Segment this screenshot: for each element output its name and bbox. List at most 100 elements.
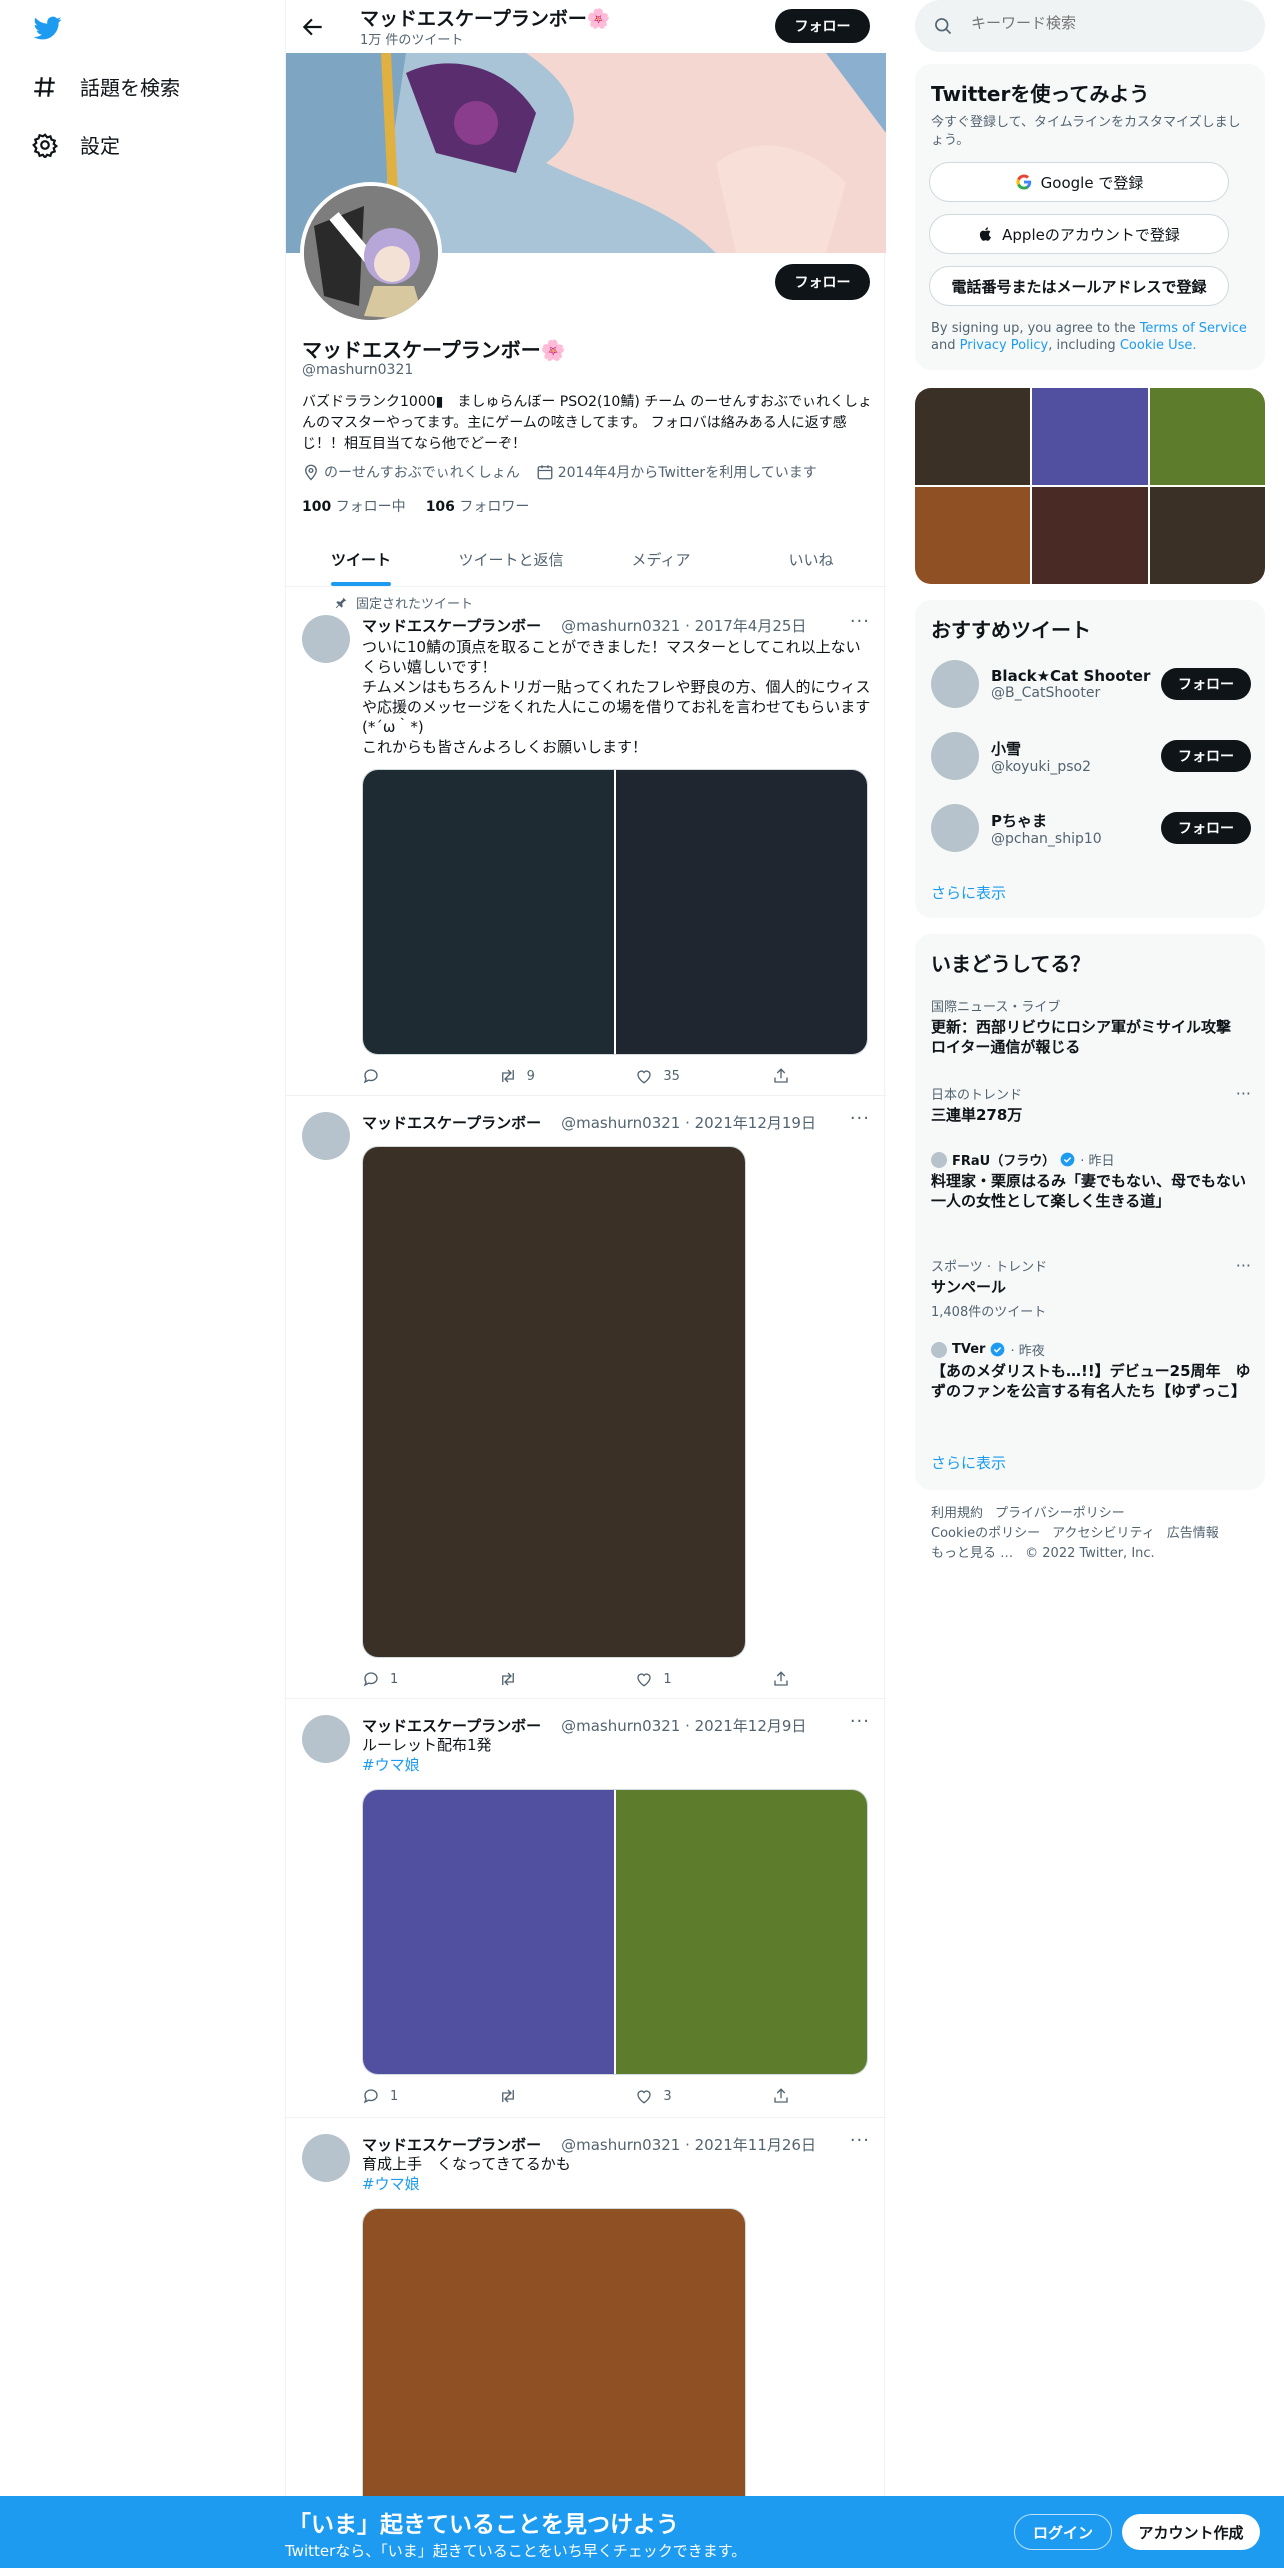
grid-image[interactable] — [1149, 388, 1265, 485]
media-image[interactable] — [616, 1790, 867, 2074]
grid-image[interactable] — [1032, 487, 1148, 584]
tweet-author[interactable]: マッドエスケープランボー — [362, 1717, 541, 1735]
footer-link-cookie[interactable]: Cookieのポリシー — [931, 1526, 1040, 1541]
trend-item[interactable]: 国際ニュース・ライブ 更新：西部リビウにロシア軍がミサイル攻撃 ロイター通信が報… — [931, 996, 1251, 1057]
nav-settings[interactable]: 設定 — [32, 130, 120, 159]
profile-bio: バズドララ​ンク1000▮ ましゅらんぼー PSO2(10鯖) チーム のーせん… — [302, 394, 872, 452]
tweet-avatar[interactable] — [302, 1715, 350, 1763]
retweet-button[interactable] — [499, 2087, 589, 2105]
tweet-text: ついに10鯖の頂点を取ることができました！マスターとしてこれ以上ないくらい嬉しい… — [362, 638, 871, 756]
more-options-icon[interactable]: ··· — [850, 1108, 870, 1129]
like-button[interactable]: 3 — [635, 2087, 725, 2105]
trend-item[interactable]: スポーツ · トレンド サンペール 1,408件のツイート ··· — [931, 1256, 1251, 1320]
tweet-header: マッドエスケープランボー @mashurn0321 · 2017年4月25日 — [362, 615, 806, 636]
grid-image[interactable] — [1149, 487, 1265, 584]
grid-image[interactable] — [1032, 388, 1148, 485]
media-image[interactable] — [616, 770, 867, 1054]
tab-likes[interactable]: いいね — [736, 534, 886, 586]
share-button[interactable] — [772, 1067, 792, 1085]
tweet-meta: @mashurn0321 · 2021年12月9日 — [561, 1717, 807, 1735]
avatar[interactable] — [931, 804, 979, 852]
footer-link-accessibility[interactable]: アクセシビリティ — [1052, 1526, 1155, 1541]
grid-image[interactable] — [915, 487, 1031, 584]
search-input[interactable] — [971, 14, 1241, 32]
tweet[interactable]: マッドエスケープランボー @mashurn0321 · 2021年12月9日 ··… — [286, 1699, 886, 2118]
tweet-author[interactable]: マッドエスケープランボー — [362, 2136, 541, 2154]
footer-link-more[interactable]: もっと見る … — [931, 1546, 1013, 1561]
hashtag-link[interactable]: #ウマ娘 — [362, 2175, 420, 2193]
apple-signup-button[interactable]: Appleのアカウントで登録 — [929, 214, 1229, 254]
footer-link-privacy[interactable]: プライバシーポリシー — [995, 1506, 1125, 1521]
profile-avatar[interactable] — [300, 182, 442, 324]
reply-button[interactable]: 1 — [362, 1670, 452, 1688]
phone-email-signup-button[interactable]: 電話番号またはメールアドレスで登録 — [929, 266, 1229, 306]
suggested-user[interactable]: Pちゃま @pchan_ship10 フォロー — [931, 804, 1251, 852]
reply-button[interactable] — [362, 1067, 452, 1085]
media-image[interactable] — [363, 2209, 745, 2527]
media-image[interactable] — [363, 770, 614, 1054]
media-image[interactable] — [363, 1790, 614, 2074]
more-options-icon[interactable]: ··· — [850, 1711, 870, 1732]
grid-image[interactable] — [915, 388, 1031, 485]
privacy-link[interactable]: Privacy Policy — [960, 338, 1049, 353]
tweet-avatar[interactable] — [302, 1112, 350, 1160]
create-account-button[interactable]: アカウント作成 — [1122, 2514, 1260, 2550]
tweet-author[interactable]: マッドエスケープランボー — [362, 617, 541, 635]
retweet-icon — [501, 2089, 514, 2103]
share-button[interactable] — [772, 1670, 792, 1688]
tweet-avatar[interactable] — [302, 2134, 350, 2182]
google-signup-button[interactable]: Google で登録 — [929, 162, 1229, 202]
header-follow-button[interactable]: フォロー — [775, 9, 870, 43]
tweet-media[interactable] — [362, 1146, 746, 1658]
like-button[interactable]: 35 — [635, 1067, 725, 1085]
suggested-user[interactable]: 小雪 @koyuki_pso2 フォロー — [931, 732, 1251, 780]
footer-link-ads[interactable]: 広告情報 — [1167, 1526, 1219, 1541]
tab-tweets[interactable]: ツイート — [286, 534, 436, 586]
tweet[interactable]: マッドエスケープランボー @mashurn0321 · 2021年12月19日 ·… — [286, 1096, 886, 1699]
avatar[interactable] — [931, 732, 979, 780]
nav-explore[interactable]: 話題を検索 — [32, 72, 180, 101]
terms-link[interactable]: Terms of Service — [1140, 321, 1247, 336]
tweet[interactable]: マッドエスケープランボー @mashurn0321 · 2021年11月26日 ·… — [286, 2118, 886, 2528]
more-options-icon[interactable]: ··· — [1236, 1256, 1251, 1275]
tab-tweets-replies[interactable]: ツイートと返信 — [436, 534, 586, 586]
following-link[interactable]: 100 フォロー中 — [302, 496, 406, 516]
login-button[interactable]: ログイン — [1014, 2514, 1112, 2550]
more-options-icon[interactable]: ··· — [850, 611, 870, 632]
twitter-logo-icon[interactable] — [32, 14, 64, 42]
share-button[interactable] — [772, 2087, 792, 2105]
like-button[interactable]: 1 — [635, 1670, 725, 1688]
footer-link-terms[interactable]: 利用規約 — [931, 1506, 983, 1521]
suggested-user[interactable]: Black★Cat Shooter @B_CatShooter フォロー — [931, 660, 1251, 708]
suggested-show-more-link[interactable]: さらに表示 — [931, 882, 1006, 903]
hashtag-link[interactable]: #ウマ娘 — [362, 1756, 420, 1774]
back-arrow-icon[interactable] — [300, 14, 326, 40]
tweet[interactable]: 固定されたツイート マッドエスケープランボー @mashurn0321 · 201… — [286, 587, 886, 1096]
profile-follow-button[interactable]: フォロー — [775, 264, 870, 300]
tweet-media[interactable] — [362, 1789, 868, 2075]
follow-button[interactable]: フォロー — [1161, 668, 1251, 700]
more-options-icon[interactable]: ··· — [1236, 1084, 1251, 1103]
media-image[interactable] — [363, 1147, 745, 1657]
reply-button[interactable]: 1 — [362, 2087, 452, 2105]
tweet-author[interactable]: マッドエスケープランボー — [362, 1114, 541, 1132]
retweet-button[interactable] — [499, 1670, 589, 1688]
trend-item[interactable]: TVer · 昨夜 【あのメダリストも…!!】デビュー25周年 ゆずのファンを公言… — [931, 1340, 1251, 1401]
follow-button[interactable]: フォロー — [1161, 812, 1251, 844]
retweet-button[interactable]: 9 — [499, 1067, 589, 1085]
trends-show-more-link[interactable]: さらに表示 — [931, 1452, 1006, 1473]
cookie-link[interactable]: Cookie Use. — [1120, 338, 1197, 353]
tweet-avatar[interactable] — [302, 615, 350, 663]
tweet-media[interactable] — [362, 769, 868, 1055]
avatar[interactable] — [931, 660, 979, 708]
header-title: マッドエスケープランボー🌸 — [360, 8, 611, 30]
trend-item[interactable]: FRaU（フラウ） · 昨日 料理家・栗原はるみ「妻でもない、母でもない一人の女性… — [931, 1150, 1251, 1211]
search-box[interactable] — [915, 0, 1265, 52]
followers-link[interactable]: 106 フォロワー — [426, 496, 530, 516]
more-options-icon[interactable]: ··· — [850, 2130, 870, 2151]
tab-media[interactable]: メディア — [586, 534, 736, 586]
bottom-signup-bar: 「いま」起きていることを見つけよう Twitterなら、「いま」起きていることを… — [0, 2496, 1284, 2568]
tweet-media[interactable] — [362, 2208, 746, 2528]
trend-item[interactable]: 日本のトレンド 三連単278万 ··· — [931, 1084, 1251, 1125]
follow-button[interactable]: フォロー — [1161, 740, 1251, 772]
